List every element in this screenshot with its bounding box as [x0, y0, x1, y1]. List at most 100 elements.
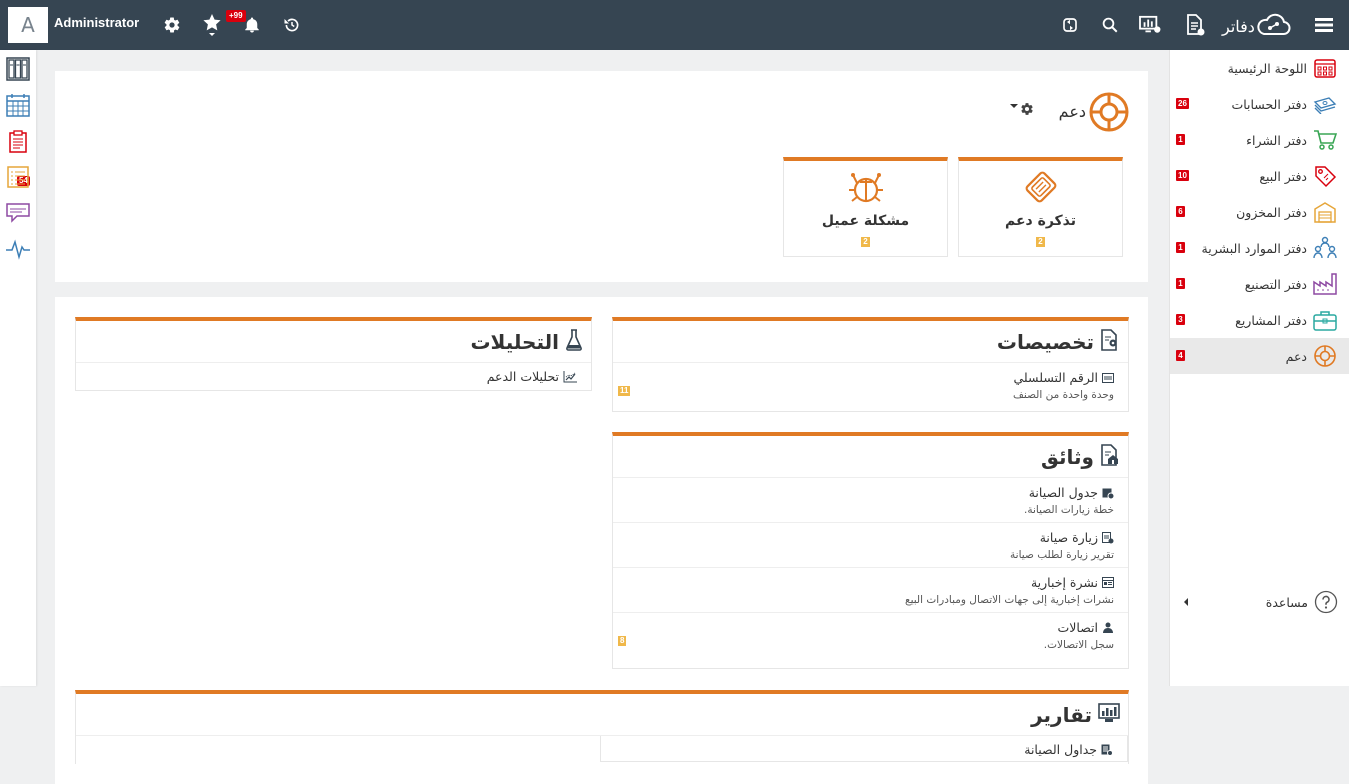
- sidebar-item[interactable]: دعم 4: [1170, 338, 1349, 374]
- lifebuoy-icon: [1088, 91, 1130, 137]
- binders-icon[interactable]: [5, 56, 31, 82]
- entry-description: نشرات إخبارية إلى جهات الاتصال ومبادرات …: [904, 594, 1114, 606]
- list-icon[interactable]: [5, 164, 31, 190]
- money-icon: [1313, 92, 1337, 116]
- factory-icon: [1313, 272, 1337, 296]
- entry-title: جدول الصيانة: [1028, 485, 1098, 500]
- specs-section: تخصيصات الرقم التسلسلي وحدة واحدة من الص…: [612, 317, 1129, 412]
- sidebar-item-label: دفتر الحسابات: [1231, 96, 1307, 112]
- section-title: التحليلات: [470, 329, 559, 354]
- list-item[interactable]: جدول الصيانة خطة زيارات الصيانة.: [613, 478, 1128, 523]
- sidebar-item[interactable]: دفتر التصنيع 1: [1170, 266, 1349, 302]
- section-title: تخصيصات: [996, 329, 1094, 354]
- entry-title: الرقم التسلسلي: [1013, 370, 1099, 385]
- sidebar-item[interactable]: دفتر الحسابات 26: [1170, 86, 1349, 122]
- card-title: تذكرة دعم: [1004, 213, 1077, 229]
- ticket-icon: [959, 169, 1122, 205]
- sidebar-item-label: دفتر الموارد البشرية: [1201, 240, 1307, 256]
- sidebar-item-label: اللوحة الرئيسية: [1227, 60, 1307, 76]
- sidebar-item-badge: 4: [1176, 350, 1185, 361]
- section-header: وثائق: [613, 436, 1128, 478]
- list-item[interactable]: نشرة إخبارية نشرات إخبارية إلى جهات الات…: [613, 568, 1128, 613]
- sidebar-item-label: دعم: [1285, 348, 1307, 364]
- entry-title: زيارة صيانة: [1039, 530, 1098, 545]
- clipboard-icon[interactable]: [5, 128, 31, 154]
- hamburger-menu-icon[interactable]: [1312, 13, 1336, 37]
- customer-issue-card[interactable]: مشكلة عميل 2: [783, 157, 948, 257]
- list-item[interactable]: الرقم التسلسلي وحدة واحدة من الصنف 11: [613, 363, 1128, 407]
- help-link[interactable]: مساعدة: [1170, 590, 1349, 614]
- sidebar-item-label: دفتر الشراء: [1246, 132, 1307, 148]
- notifications-count-badge: +99: [226, 10, 246, 22]
- sidebar-item-label: دفتر التصنيع: [1244, 276, 1307, 292]
- list-item[interactable]: زيارة صيانة تقرير زيارة لطلب صيانة: [613, 523, 1128, 568]
- newsletter-icon: [1102, 577, 1114, 588]
- sidebar-item[interactable]: دفتر البيع 10: [1170, 158, 1349, 194]
- module-header-panel: دعم تذكرة دعم 2 مشكلة عميل 2: [55, 71, 1148, 282]
- section-title: وثائق: [1041, 444, 1094, 469]
- document-settings-icon: [1100, 328, 1120, 355]
- tag-icon: [1313, 164, 1337, 188]
- sidebar-item[interactable]: دفتر المخزون 6: [1170, 194, 1349, 230]
- help-label: مساعدة: [1265, 594, 1308, 610]
- module-title: دعم: [1058, 102, 1086, 121]
- refresh-icon[interactable]: [1058, 13, 1082, 37]
- section-header: تقارير: [76, 694, 1128, 736]
- sidebar-item-badge: 1: [1176, 134, 1185, 145]
- sidebar-item-badge: 1: [1176, 278, 1185, 289]
- monitor-report-icon[interactable]: [1138, 13, 1162, 37]
- sidebar-item[interactable]: اللوحة الرئيسية: [1170, 50, 1349, 86]
- sidebar-item-badge: 26: [1176, 98, 1189, 109]
- bug-icon: [784, 169, 947, 205]
- reports-section: تقارير جداول الصيانة: [75, 690, 1129, 764]
- document-home-icon: [1100, 443, 1120, 470]
- username[interactable]: Administrator: [54, 15, 139, 30]
- favorites-star-icon[interactable]: [200, 13, 224, 37]
- top-bar: A Administrator +99 دفاتر: [0, 0, 1349, 50]
- support-ticket-card[interactable]: تذكرة دعم 2: [958, 157, 1123, 257]
- barcode-icon: [1102, 372, 1114, 383]
- chevron-down-icon: [1010, 104, 1018, 108]
- module-settings-dropdown[interactable]: [1010, 102, 1034, 116]
- card-count-badge: 2: [1036, 237, 1045, 247]
- section-header: تخصيصات: [613, 321, 1128, 363]
- flask-icon: [565, 328, 583, 355]
- section-title: تقارير: [1031, 702, 1092, 727]
- documents-section: وثائق جدول الصيانة خطة زيارات الصيانة. ز…: [612, 432, 1129, 669]
- sidebar-item-label: دفتر المخزون: [1236, 204, 1307, 220]
- sidebar-item-badge: 10: [1176, 170, 1189, 181]
- sidebar-item[interactable]: دفتر الشراء 1: [1170, 122, 1349, 158]
- card-title: مشكلة عميل: [821, 213, 910, 229]
- calendar-icon[interactable]: [5, 92, 31, 118]
- count-badge: 11: [618, 386, 631, 396]
- warehouse-icon: [1313, 200, 1337, 224]
- entry-description: تقرير زيارة لطلب صيانة: [1010, 549, 1114, 561]
- line-chart-icon: [563, 370, 577, 383]
- collapse-caret-icon[interactable]: [1184, 598, 1188, 606]
- avatar[interactable]: A: [8, 7, 48, 43]
- cloud-logo-icon[interactable]: [1255, 10, 1291, 40]
- main-sidebar: اللوحة الرئيسية دفتر الحسابات 26 دفتر الشرا…: [1169, 50, 1349, 686]
- settings-gear-icon[interactable]: [160, 13, 184, 37]
- sidebar-item-badge: 6: [1176, 206, 1185, 217]
- sidebar-item[interactable]: دفتر المشاريع 3: [1170, 302, 1349, 338]
- briefcase-icon: [1313, 308, 1337, 332]
- sidebar-item[interactable]: دفتر الموارد البشرية 1: [1170, 230, 1349, 266]
- search-icon[interactable]: [1098, 13, 1122, 37]
- logo-text[interactable]: دفاتر: [1222, 17, 1255, 37]
- history-icon[interactable]: [280, 13, 304, 37]
- new-document-icon[interactable]: [1183, 13, 1207, 37]
- sidebar-item-label: دفتر المشاريع: [1235, 312, 1307, 328]
- sidebar-item-label: دفتر البيع: [1259, 168, 1307, 184]
- list-item[interactable]: تحليلات الدعم: [76, 363, 591, 390]
- pulse-icon[interactable]: [5, 236, 31, 262]
- list-item[interactable]: جداول الصيانة: [600, 736, 1128, 762]
- entry-title: تحليلات الدعم: [486, 369, 559, 384]
- analytics-section: التحليلات تحليلات الدعم: [75, 317, 592, 391]
- left-icon-rail: 54: [0, 50, 36, 686]
- list-item[interactable]: اتصالات سجل الاتصالات. 8: [613, 613, 1128, 657]
- dashboard-icon: [1313, 56, 1337, 80]
- monitor-chart-icon: [1098, 702, 1120, 727]
- chat-icon[interactable]: [5, 200, 31, 226]
- entry-description: وحدة واحدة من الصنف: [1013, 389, 1114, 401]
